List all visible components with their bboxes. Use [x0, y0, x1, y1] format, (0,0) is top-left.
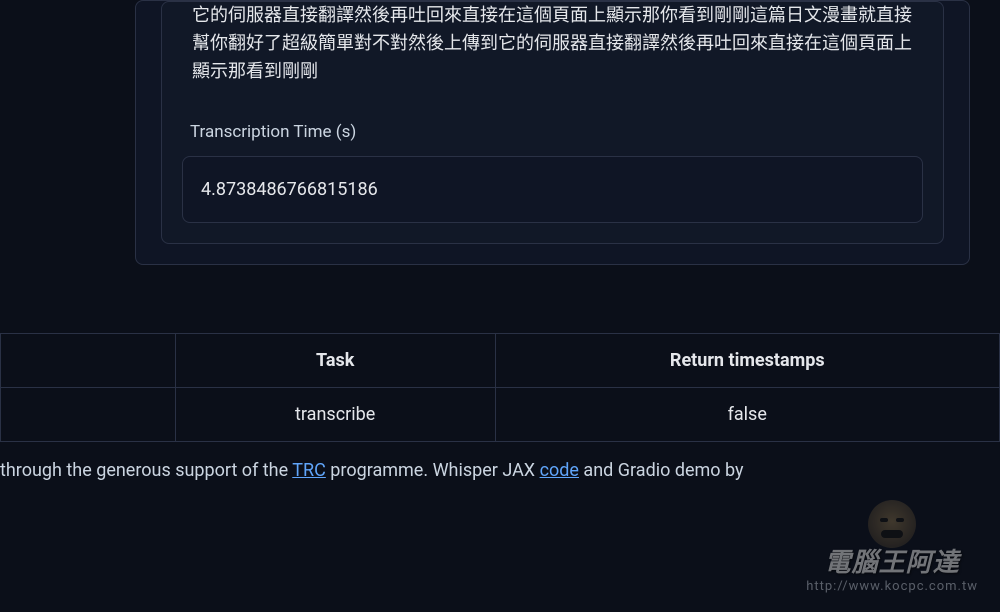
result-panel: 它的伺服器直接翻譯然後再吐回來直接在這個頁面上顯示那你看到剛剛這篇日文漫畫就直接…: [135, 0, 970, 265]
watermark-title: 電腦王阿達: [825, 542, 960, 579]
transcription-time-value: 4.8738486766815186: [182, 156, 923, 223]
footer-text-mid: programme. Whisper JAX: [326, 460, 540, 481]
table-cell-empty: [1, 387, 176, 441]
footer-attribution: through the generous support of the TRC …: [0, 460, 1000, 481]
watermark-url: http://www.kocpc.com.tw: [806, 579, 978, 594]
table-cell-task: transcribe: [175, 387, 495, 441]
settings-table-wrap: Task Return timestamps transcribe false: [0, 333, 1000, 442]
table-row: transcribe false: [1, 387, 1000, 441]
table-header-task: Task: [175, 333, 495, 387]
code-link[interactable]: code: [540, 460, 579, 481]
table-header-timestamps: Return timestamps: [495, 333, 1000, 387]
settings-table: Task Return timestamps transcribe false: [0, 333, 1000, 442]
output-section: 它的伺服器直接翻譯然後再吐回來直接在這個頁面上顯示那你看到剛剛這篇日文漫畫就直接…: [161, 1, 944, 244]
table-cell-timestamps: false: [495, 387, 1000, 441]
table-header-row: Task Return timestamps: [1, 333, 1000, 387]
table-header-empty: [1, 333, 176, 387]
footer-text-prefix: through the generous support of the: [0, 460, 292, 481]
footer-text-suffix: and Gradio demo by: [579, 460, 744, 481]
transcription-time-label: Transcription Time (s): [190, 122, 923, 142]
trc-link[interactable]: TRC: [292, 460, 326, 481]
watermark: 電腦王阿達 http://www.kocpc.com.tw: [806, 500, 978, 594]
watermark-face-icon: [868, 500, 916, 548]
transcription-output: 它的伺服器直接翻譯然後再吐回來直接在這個頁面上顯示那你看到剛剛這篇日文漫畫就直接…: [182, 2, 923, 104]
